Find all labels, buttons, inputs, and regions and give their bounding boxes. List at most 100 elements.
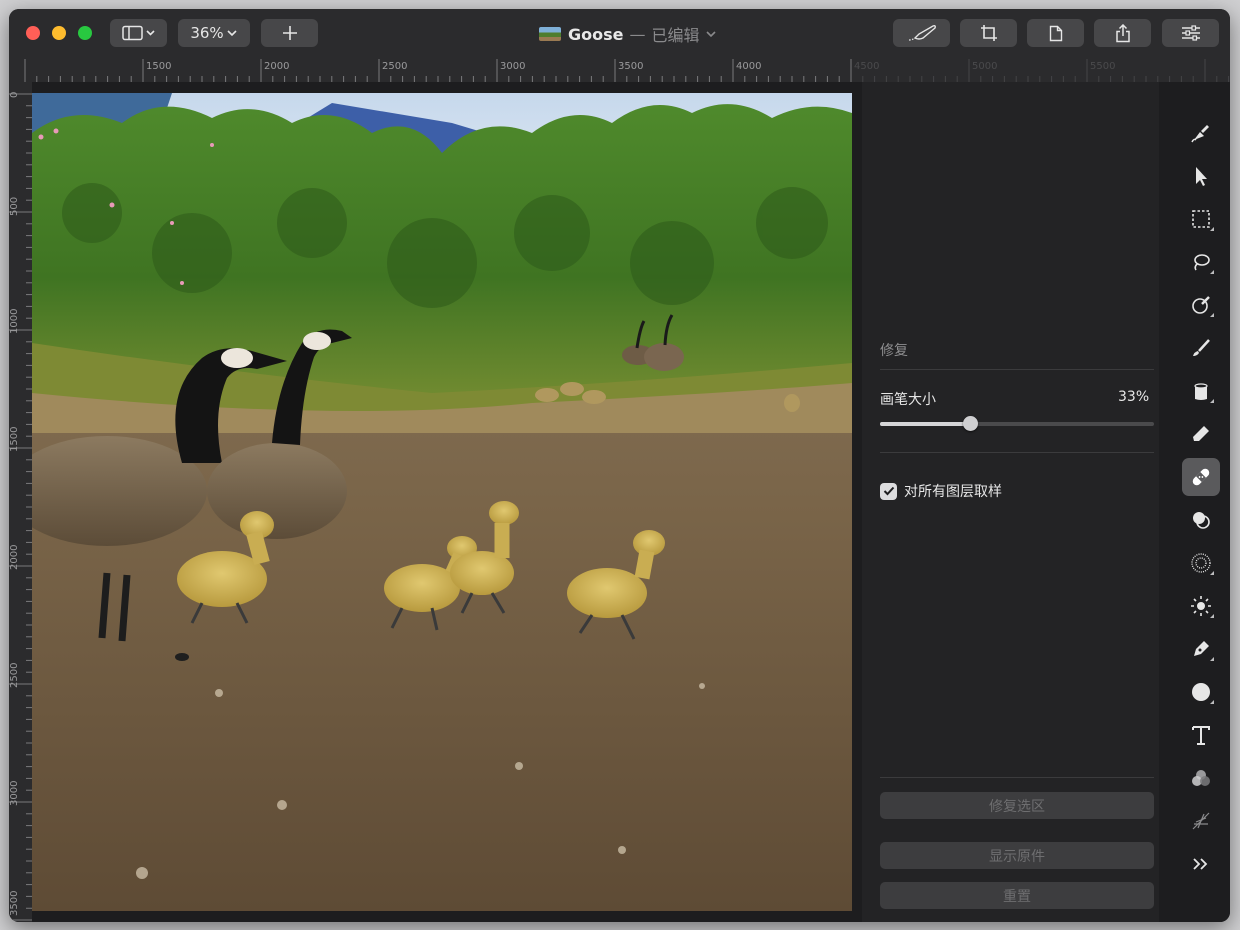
repair-tool[interactable] — [1182, 458, 1220, 496]
tool-options-indicator — [1210, 700, 1214, 704]
brush-size-slider-fill — [880, 422, 971, 426]
tool-options-indicator — [1210, 313, 1214, 317]
eraser-icon — [1193, 426, 1209, 441]
shape-tool[interactable] — [1182, 673, 1220, 711]
ruler-label: 3500 — [9, 890, 20, 916]
crop-button[interactable] — [960, 19, 1017, 47]
image-thumbnail-icon — [539, 27, 561, 41]
markup-button[interactable] — [893, 19, 950, 47]
magic-brush-icon — [1192, 296, 1210, 314]
panel-title: 修复 — [880, 343, 908, 359]
brush-size-value: 33% — [1118, 389, 1150, 405]
lasso-tool[interactable] — [1182, 243, 1220, 281]
share-button[interactable] — [1094, 19, 1151, 47]
horizontal-ruler: 1500 2000 2500 3000 3500 4000 4500 5000 … — [9, 59, 1230, 82]
sample-all-layers-checkbox[interactable] — [880, 482, 897, 500]
move-tool[interactable] — [1182, 157, 1220, 195]
clone-tool[interactable] — [1182, 501, 1220, 539]
reset-button[interactable]: 重置 — [880, 882, 1154, 909]
document-button[interactable] — [1027, 19, 1084, 47]
tool-options-indicator — [1210, 657, 1214, 661]
ruler-label: 4000 — [736, 61, 762, 72]
tool-options-indicator — [1210, 614, 1214, 618]
vertical-ruler: 0 500 1000 1500 2000 2500 3000 3500 — [9, 82, 32, 922]
brightness-icon — [1191, 596, 1211, 616]
arrow-pointer-icon — [1196, 167, 1207, 186]
minimize-window-button[interactable] — [52, 26, 66, 40]
ruler-label: 4500 — [854, 61, 880, 72]
tool-options-indicator — [1210, 399, 1214, 403]
title-separator: — — [629, 24, 646, 44]
photo-illustration — [32, 93, 852, 911]
document-title[interactable]: Goose — 已编辑 — [539, 21, 717, 47]
paint-bucket-icon — [1194, 383, 1208, 400]
adjust-settings-button[interactable] — [1162, 19, 1219, 47]
ruler-label: 1500 — [9, 426, 20, 452]
paintbrush-tool[interactable] — [1182, 329, 1220, 367]
color-adjust-icon — [1192, 770, 1210, 786]
divider — [880, 369, 1154, 370]
brush-size-label: 画笔大小 — [880, 392, 936, 408]
clone-icon — [1193, 512, 1210, 529]
ruler-label: 5500 — [1090, 61, 1116, 72]
chevrons-right-icon — [1193, 858, 1208, 870]
document-icon — [1049, 25, 1062, 41]
paint-bucket-tool[interactable] — [1182, 372, 1220, 410]
more-tools-button[interactable] — [1182, 845, 1220, 883]
brush-size-slider-knob[interactable] — [963, 416, 979, 431]
ruler-label: 500 — [9, 196, 20, 216]
close-window-button[interactable] — [26, 26, 40, 40]
ruler-label: 3000 — [500, 61, 526, 72]
show-original-button[interactable]: 显示原件 — [880, 842, 1154, 869]
repair-inspector-panel: 修复 画笔大小 33% 对所有图层取样 修复选区 显示原件 重置 — [862, 82, 1159, 922]
brush-size-slider[interactable] — [880, 416, 1154, 431]
magic-brush-tool[interactable] — [1182, 286, 1220, 324]
brightness-tool[interactable] — [1182, 587, 1220, 625]
sample-all-layers-option[interactable]: 对所有图层取样 — [880, 481, 1002, 501]
zoom-select[interactable]: 36% — [178, 19, 250, 47]
crop-icon — [980, 25, 997, 41]
checkmark-icon — [883, 486, 894, 496]
sliders-icon — [1181, 25, 1200, 41]
ruler-label: 2500 — [382, 61, 408, 72]
divider — [880, 777, 1154, 778]
add-button[interactable] — [261, 19, 318, 47]
zoom-window-button[interactable] — [78, 26, 92, 40]
ruler-label: 0 — [9, 91, 20, 98]
plus-icon — [282, 26, 297, 40]
color-adjust-tool[interactable] — [1182, 759, 1220, 797]
eraser-tool[interactable] — [1182, 415, 1220, 453]
pen-tool[interactable] — [1182, 630, 1220, 668]
ruler-label: 1500 — [146, 61, 172, 72]
chevron-down-icon — [227, 30, 237, 37]
paint-select-tool[interactable] — [1182, 114, 1220, 152]
title-bar: 36% Goose — 已编辑 — [9, 9, 1230, 59]
circle-shape-icon — [1192, 683, 1210, 701]
tool-options-indicator — [1210, 571, 1214, 575]
repair-bandage-icon — [1192, 468, 1210, 486]
sidebar-icon — [121, 25, 155, 41]
ruler-label: 3000 — [9, 780, 20, 806]
sample-all-layers-label: 对所有图层取样 — [904, 484, 1002, 500]
rect-select-icon — [1192, 210, 1210, 228]
rect-select-tool[interactable] — [1182, 200, 1220, 238]
document-status: 已编辑 — [651, 26, 700, 45]
ruler-label: 5000 — [972, 61, 998, 72]
paintbrush-icon — [1193, 339, 1210, 356]
sparkle-icon — [1192, 812, 1210, 830]
zoom-level: 36% — [190, 24, 224, 42]
ruler-label: 3500 — [618, 61, 644, 72]
effects-tool[interactable] — [1182, 802, 1220, 840]
divider — [880, 452, 1154, 453]
text-tool[interactable] — [1182, 716, 1220, 754]
document-name: Goose — [568, 24, 624, 44]
ruler-label: 2000 — [9, 544, 20, 570]
blur-tool[interactable] — [1182, 544, 1220, 582]
repair-selection-button[interactable]: 修复选区 — [880, 792, 1154, 819]
tool-options-indicator — [1210, 270, 1214, 274]
brush-stroke-icon — [908, 25, 936, 41]
chevron-down-icon — [705, 31, 716, 38]
ruler-label: 2000 — [264, 61, 290, 72]
sidebar-toggle-button[interactable] — [110, 19, 167, 47]
goose-photo[interactable] — [32, 93, 852, 911]
